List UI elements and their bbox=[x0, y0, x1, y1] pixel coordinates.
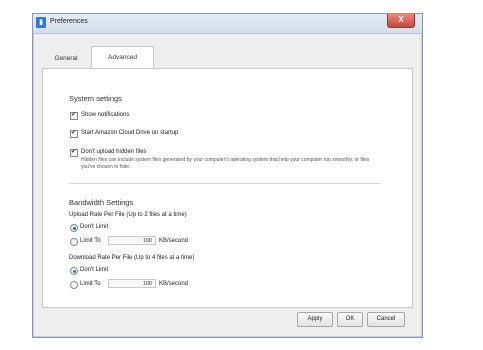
title-bar: ▮ Preferences X bbox=[33, 14, 422, 34]
app-icon: ▮ bbox=[36, 17, 46, 28]
apply-button[interactable]: Apply bbox=[297, 312, 333, 327]
upload-unit-label: KB/second bbox=[159, 238, 189, 244]
hidden-files-hint: Hidden files can include system files ge… bbox=[81, 157, 370, 170]
upload-limit-input[interactable]: 100 bbox=[108, 236, 156, 245]
ok-button[interactable]: OK bbox=[337, 312, 363, 327]
upload-limit-to-radio[interactable] bbox=[70, 238, 78, 246]
download-limit-to-radio[interactable] bbox=[70, 281, 78, 289]
show-notifications-checkbox[interactable] bbox=[70, 111, 78, 120]
tab-advanced[interactable]: Advanced bbox=[91, 46, 154, 70]
close-button[interactable]: X bbox=[387, 14, 415, 28]
upload-limit-to-label: Limit To bbox=[80, 238, 101, 244]
system-settings-heading: System settings bbox=[69, 94, 122, 103]
hidden-files-label: Don't upload hidden files bbox=[81, 149, 147, 155]
download-rate-label: Download Rate Per File (Up to 4 files at… bbox=[69, 255, 195, 261]
download-unit-label: KB/second bbox=[159, 281, 189, 287]
download-dont-limit-radio[interactable] bbox=[70, 267, 78, 275]
download-limit-to-label: Limit To bbox=[80, 281, 101, 287]
window-title: Preferences bbox=[50, 18, 88, 25]
upload-dont-limit-radio[interactable] bbox=[70, 224, 78, 232]
download-limit-input[interactable]: 100 bbox=[108, 279, 156, 288]
tab-general[interactable]: General bbox=[42, 47, 90, 69]
section-divider bbox=[69, 183, 380, 184]
cancel-button[interactable]: Cancel bbox=[367, 312, 405, 327]
start-on-startup-checkbox[interactable] bbox=[70, 129, 78, 138]
show-notifications-label: Show notifications bbox=[81, 112, 130, 118]
hidden-files-checkbox[interactable] bbox=[70, 148, 78, 157]
bandwidth-heading: Bandwidth Settings bbox=[69, 198, 134, 207]
advanced-panel: System settings Show notifications Start… bbox=[42, 68, 413, 308]
upload-dont-limit-label: Don't Limit bbox=[80, 224, 109, 230]
download-dont-limit-label: Don't Limit bbox=[80, 267, 109, 273]
preferences-window: ▮ Preferences X General Advanced System … bbox=[32, 13, 423, 338]
upload-rate-label: Upload Rate Per File (Up to 2 files at a… bbox=[69, 212, 187, 218]
start-on-startup-label: Start Amazon Cloud Drive on startup bbox=[81, 130, 179, 136]
